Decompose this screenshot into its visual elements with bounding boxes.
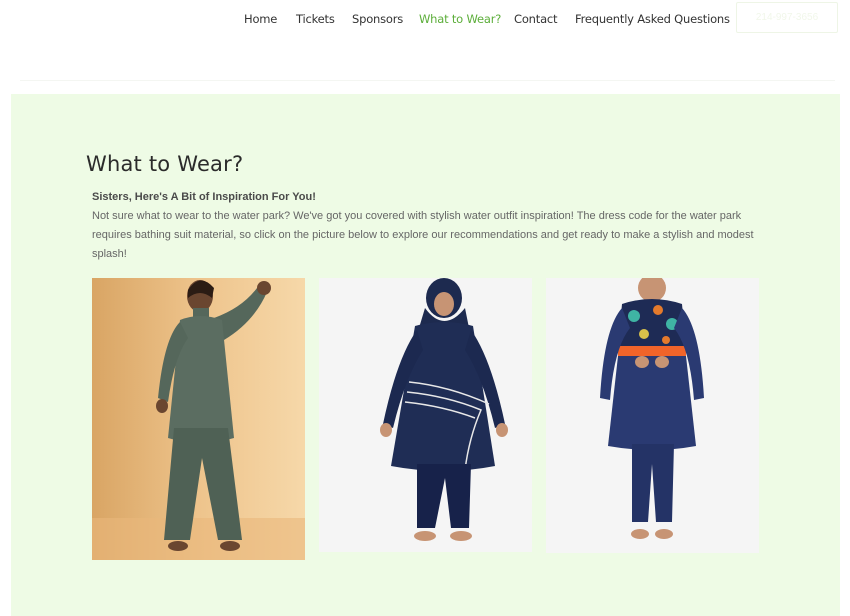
section-subtitle: Sisters, Here's A Bit of Inspiration For… (92, 191, 316, 203)
outfit-photo-floral[interactable] (546, 278, 759, 553)
green-outfit-image (92, 278, 305, 560)
floral-outfit-image (546, 278, 759, 553)
intro-paragraph: Not sure what to wear to the water park?… (92, 210, 754, 260)
page-title: What to Wear? (86, 152, 244, 176)
navy-outfit-image (319, 278, 532, 552)
nav-home[interactable]: Home (244, 12, 277, 26)
page: Home Tickets Sponsors What to Wear? Cont… (0, 0, 850, 616)
nav-tickets[interactable]: Tickets (296, 12, 335, 26)
outfit-photo-green[interactable] (92, 278, 305, 560)
nav-contact[interactable]: Contact (514, 12, 558, 26)
header-divider (20, 80, 835, 81)
nav-sponsors[interactable]: Sponsors (352, 12, 403, 26)
nav-what-to-wear[interactable]: What to Wear? (419, 12, 501, 26)
what-to-wear-section: What to Wear? Sisters, Here's A Bit of I… (11, 94, 840, 616)
phone-button[interactable]: 214-997-3656 (736, 2, 838, 33)
nav-faq[interactable]: Frequently Asked Questions (575, 12, 730, 26)
main-nav: Home Tickets Sponsors What to Wear? Cont… (0, 0, 850, 40)
outfit-photo-navy[interactable] (319, 278, 532, 552)
